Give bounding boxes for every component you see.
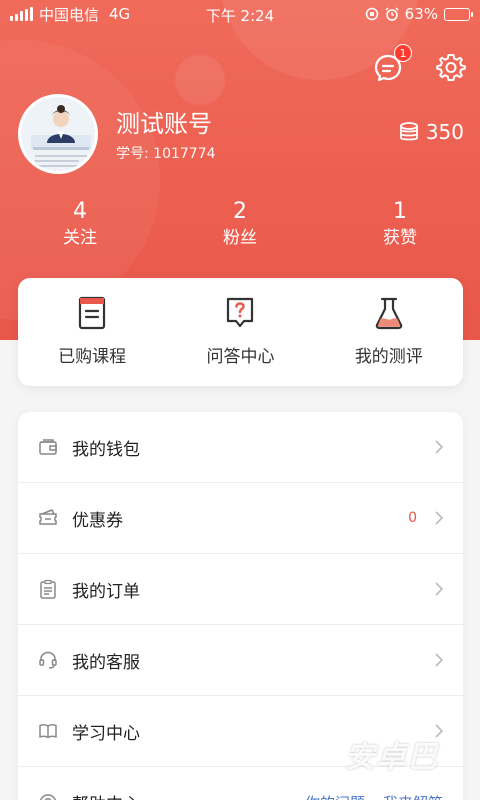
stat-label: 粉丝 — [223, 228, 257, 248]
watermark-logo: 安卓巴 — [345, 740, 438, 775]
menu-item-wallet[interactable]: 我的钱包 — [18, 412, 463, 483]
network-type: 4G — [109, 5, 131, 23]
message-button[interactable]: 1 — [372, 44, 412, 84]
chevron-right-icon — [435, 440, 443, 454]
open-book-icon — [39, 724, 57, 739]
stat-value: 1 — [393, 199, 407, 224]
menu-item-label: 我的钱包 — [72, 439, 140, 460]
username[interactable]: 测试账号 — [116, 104, 212, 139]
decorative-circle — [175, 55, 225, 105]
question-chat-icon — [227, 297, 254, 328]
flask-icon — [375, 297, 403, 330]
menu-item-customer-service[interactable]: 我的客服 — [18, 625, 463, 696]
stat-label: 关注 — [63, 228, 97, 248]
book-icon — [79, 296, 106, 330]
menu-item-label: 帮助中心 — [72, 790, 140, 800]
menu-item-label: 我的订单 — [72, 581, 140, 602]
battery-icon — [444, 7, 473, 21]
stat-followers[interactable]: 2 粉丝 — [160, 198, 320, 250]
avatar[interactable] — [18, 94, 98, 174]
gear-icon — [436, 54, 466, 81]
stat-label: 获赞 — [383, 228, 417, 248]
answer-link[interactable]: 我来解答 — [383, 792, 443, 800]
chevron-right-icon — [435, 511, 443, 525]
menu-item-coupons[interactable]: 优惠券 0 — [18, 483, 463, 554]
clipboard-icon — [40, 579, 56, 599]
chevron-right-icon — [435, 582, 443, 596]
qa-center-button[interactable]: 问答中心 — [166, 278, 314, 386]
coupon-count: 0 — [408, 510, 417, 526]
headset-icon — [39, 651, 57, 669]
wallet-icon — [39, 439, 57, 455]
coins-value: 350 — [425, 120, 464, 144]
my-assessment-button[interactable]: 我的测评 — [315, 278, 463, 386]
quick-actions-card: 已购课程 问答中心 我的测评 — [18, 278, 463, 386]
settings-button[interactable] — [436, 52, 466, 82]
menu-item-label: 学习中心 — [72, 723, 140, 744]
coins-balance[interactable]: 350 — [398, 120, 464, 144]
purchased-courses-button[interactable]: 已购课程 — [18, 278, 166, 386]
quick-action-label: 我的测评 — [354, 347, 423, 367]
battery-percent: 63% — [404, 5, 438, 23]
stat-value: 2 — [233, 199, 247, 224]
help-icon — [39, 793, 57, 800]
status-bar: 中国电信 4G 下午 2:24 63% — [0, 0, 480, 28]
stat-likes[interactable]: 1 获赞 — [320, 198, 480, 250]
signal-strength-icon — [10, 7, 33, 21]
message-badge: 1 — [394, 44, 412, 62]
stat-following[interactable]: 4 关注 — [0, 198, 160, 250]
chevron-right-icon — [435, 653, 443, 667]
coupon-icon — [39, 509, 57, 525]
stats-row: 4 关注 2 粉丝 1 获赞 — [0, 198, 480, 250]
student-id: 学号: 1017774 — [116, 146, 216, 162]
quick-action-label: 问答中心 — [206, 347, 275, 367]
menu-item-label: 优惠券 — [72, 510, 123, 531]
coin-stack-icon — [399, 122, 418, 141]
orientation-lock-icon — [365, 7, 378, 21]
carrier-name: 中国电信 — [39, 5, 100, 24]
your-questions-link[interactable]: 你的问题 — [305, 792, 365, 800]
alarm-icon — [385, 7, 399, 21]
menu-item-orders[interactable]: 我的订单 — [18, 554, 463, 625]
quick-action-label: 已购课程 — [58, 347, 127, 367]
stat-value: 4 — [73, 199, 87, 224]
menu-item-label: 我的客服 — [72, 652, 140, 673]
